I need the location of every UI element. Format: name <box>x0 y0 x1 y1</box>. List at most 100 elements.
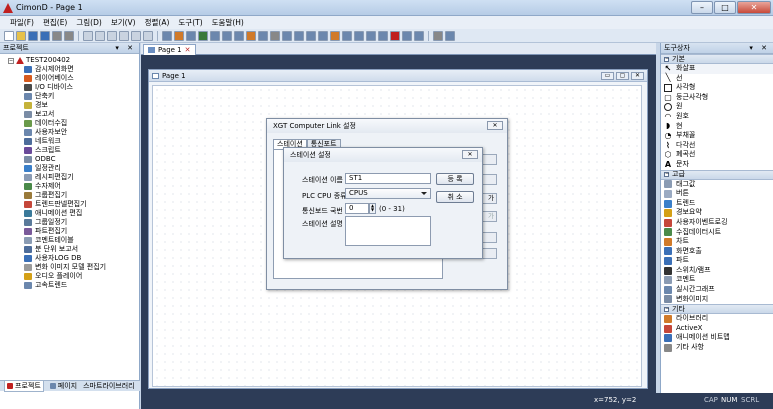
tree-item[interactable]: 단축키 <box>0 92 139 101</box>
toolbar-button-icon[interactable] <box>162 30 172 41</box>
menu-view[interactable]: 보기(V) <box>111 17 136 28</box>
toolbox-section-header[interactable]: − 기타 <box>661 304 773 315</box>
toolbar-button-icon[interactable] <box>433 30 443 41</box>
toolbar-button-icon[interactable] <box>354 30 364 41</box>
toolbar-button-icon[interactable] <box>342 30 352 41</box>
toolbox-item[interactable]: 기타 사항 <box>661 343 773 353</box>
toolbox-item[interactable]: 실시간그래프 <box>661 285 773 295</box>
menu-tools[interactable]: 도구(T) <box>178 17 202 28</box>
close-button[interactable]: ✕ <box>737 1 771 14</box>
toolbar-button-icon[interactable] <box>246 30 256 41</box>
toolbox-item[interactable]: ↖ 화살표 <box>661 64 773 74</box>
tree-item[interactable]: 애니메이션 편집 <box>0 209 139 218</box>
tree-item[interactable]: 그룹편집기 <box>0 191 139 200</box>
toolbar-button-icon[interactable] <box>28 30 38 41</box>
toolbox-item[interactable]: ◠ 원호 <box>661 112 773 122</box>
tree-item[interactable]: 트렌드판넬편집기 <box>0 200 139 209</box>
menu-file[interactable]: 파일(F) <box>10 17 34 28</box>
station-address-field[interactable]: 0 <box>345 203 369 214</box>
toolbar-button-icon[interactable] <box>270 30 280 41</box>
toolbar-button-icon[interactable] <box>40 30 50 41</box>
tree-item[interactable]: 그룹일정기 <box>0 218 139 227</box>
toolbar-button-icon[interactable] <box>258 30 268 41</box>
toolbar-button-icon[interactable] <box>414 30 424 41</box>
toolbar-button-icon[interactable] <box>52 30 62 41</box>
toolbox-item[interactable]: 변화이미지 <box>661 295 773 305</box>
toolbar-button-icon[interactable] <box>143 30 153 41</box>
tree-item[interactable]: 코멘트테이블 <box>0 236 139 245</box>
tree-item[interactable]: 고속트렌드 <box>0 281 139 290</box>
toolbar-button-icon[interactable] <box>64 30 74 41</box>
tree-item[interactable]: 변화 이미지 모델 편집기 <box>0 263 139 272</box>
tab-project[interactable]: 프로젝트 <box>4 380 44 392</box>
toolbar-button-icon[interactable] <box>198 30 208 41</box>
toolbox-item[interactable]: 애니메이션 비트맵 <box>661 333 773 343</box>
panel-pin-close-icon[interactable]: ▾ ✕ <box>115 43 136 54</box>
tree-item[interactable]: 오디오 플레이어 <box>0 272 139 281</box>
collapse-icon[interactable]: − <box>664 306 669 312</box>
toolbar-button-icon[interactable] <box>186 30 196 41</box>
toolbar-button-icon[interactable] <box>222 30 232 41</box>
tree-item[interactable]: I/O 디바이스 <box>0 83 139 92</box>
toolbar-button-icon[interactable] <box>402 30 412 41</box>
menu-edit[interactable]: 편집(E) <box>43 17 67 28</box>
tree-item[interactable]: 레이어베이스 <box>0 74 139 83</box>
menu-align[interactable]: 정렬(A) <box>145 17 170 28</box>
toolbox-item[interactable]: 사각형 <box>661 83 773 93</box>
toolbar-button-icon[interactable] <box>294 30 304 41</box>
panel-pin-close-icon[interactable]: ▾ ✕ <box>749 43 770 54</box>
toolbox-item[interactable]: 파트 <box>661 256 773 266</box>
tree-item[interactable]: 수자제어 <box>0 182 139 191</box>
toolbox-item[interactable]: ActiveX <box>661 324 773 334</box>
toolbox-item[interactable]: 차트 <box>661 237 773 247</box>
toolbar-button-icon[interactable] <box>445 30 455 41</box>
toolbar-button-icon[interactable] <box>378 30 388 41</box>
toolbar-button-icon[interactable] <box>210 30 220 41</box>
toolbar-button-icon[interactable] <box>16 30 26 41</box>
tab-page1[interactable]: Page 1 ✕ <box>143 44 196 55</box>
toolbox-item[interactable]: 코멘트 <box>661 275 773 285</box>
toolbox-item[interactable]: 경보요약 <box>661 208 773 218</box>
toolbox-item[interactable]: ◔ 부채꼴 <box>661 131 773 141</box>
toolbar-button-icon[interactable] <box>95 30 105 41</box>
toolbar-button-icon[interactable] <box>318 30 328 41</box>
cancel-button[interactable]: 취 소 <box>436 191 474 203</box>
toolbox-item[interactable]: 화면호출 <box>661 247 773 257</box>
toolbox-section-header[interactable]: − 기본 <box>661 54 773 64</box>
tree-item[interactable]: ODBC <box>0 155 139 164</box>
tree-item[interactable]: 파트편집기 <box>0 227 139 236</box>
page-maximize-button[interactable]: ▢ <box>616 72 629 80</box>
page-close-button[interactable]: ✕ <box>631 72 644 80</box>
toolbox-item[interactable]: ╲ 선 <box>661 74 773 84</box>
toolbox-item[interactable]: 사용자이벤트로깅 <box>661 218 773 228</box>
toolbox-item[interactable]: 원 <box>661 102 773 112</box>
tree-item[interactable]: 사용자보안 <box>0 128 139 137</box>
tree-item[interactable]: 데이터수집 <box>0 119 139 128</box>
tree-item[interactable]: 분 단위 보고서 <box>0 245 139 254</box>
address-stepper[interactable]: ▲ ▼ <box>369 203 376 214</box>
tree-item[interactable]: 사용자LOG DB <box>0 254 139 263</box>
toolbar-button-icon[interactable] <box>306 30 316 41</box>
toolbox-item[interactable]: 트렌드 <box>661 199 773 209</box>
collapse-icon[interactable]: − <box>8 57 14 64</box>
tree-item[interactable]: 일정관리 <box>0 164 139 173</box>
tree-item[interactable]: 레시피편집기 <box>0 173 139 182</box>
toolbar-button-icon[interactable] <box>366 30 376 41</box>
register-button[interactable]: 등 록 <box>436 173 474 185</box>
page-minimize-button[interactable]: ▭ <box>601 72 614 80</box>
tree-item[interactable]: 스크립트 <box>0 146 139 155</box>
menu-help[interactable]: 도움말(H) <box>212 17 244 28</box>
station-desc-field[interactable] <box>345 216 431 246</box>
toolbar-button-icon[interactable] <box>83 30 93 41</box>
station-close-button[interactable]: ✕ <box>462 150 478 159</box>
toolbar-button-icon[interactable] <box>4 30 14 41</box>
toolbar-button-icon[interactable] <box>234 30 244 41</box>
toolbox-item[interactable]: 수집데이터시트 <box>661 228 773 238</box>
tab-page[interactable]: 페이지 <box>49 381 77 391</box>
toolbar-button-icon[interactable] <box>330 30 340 41</box>
tab-smart-library[interactable]: 스마트라이브러리 <box>83 381 135 391</box>
toolbar-button-icon[interactable] <box>390 30 400 41</box>
cpu-type-select[interactable]: CPUS <box>345 188 431 199</box>
toolbar-button-icon[interactable] <box>131 30 141 41</box>
tab-close-icon[interactable]: ✕ <box>185 45 191 55</box>
